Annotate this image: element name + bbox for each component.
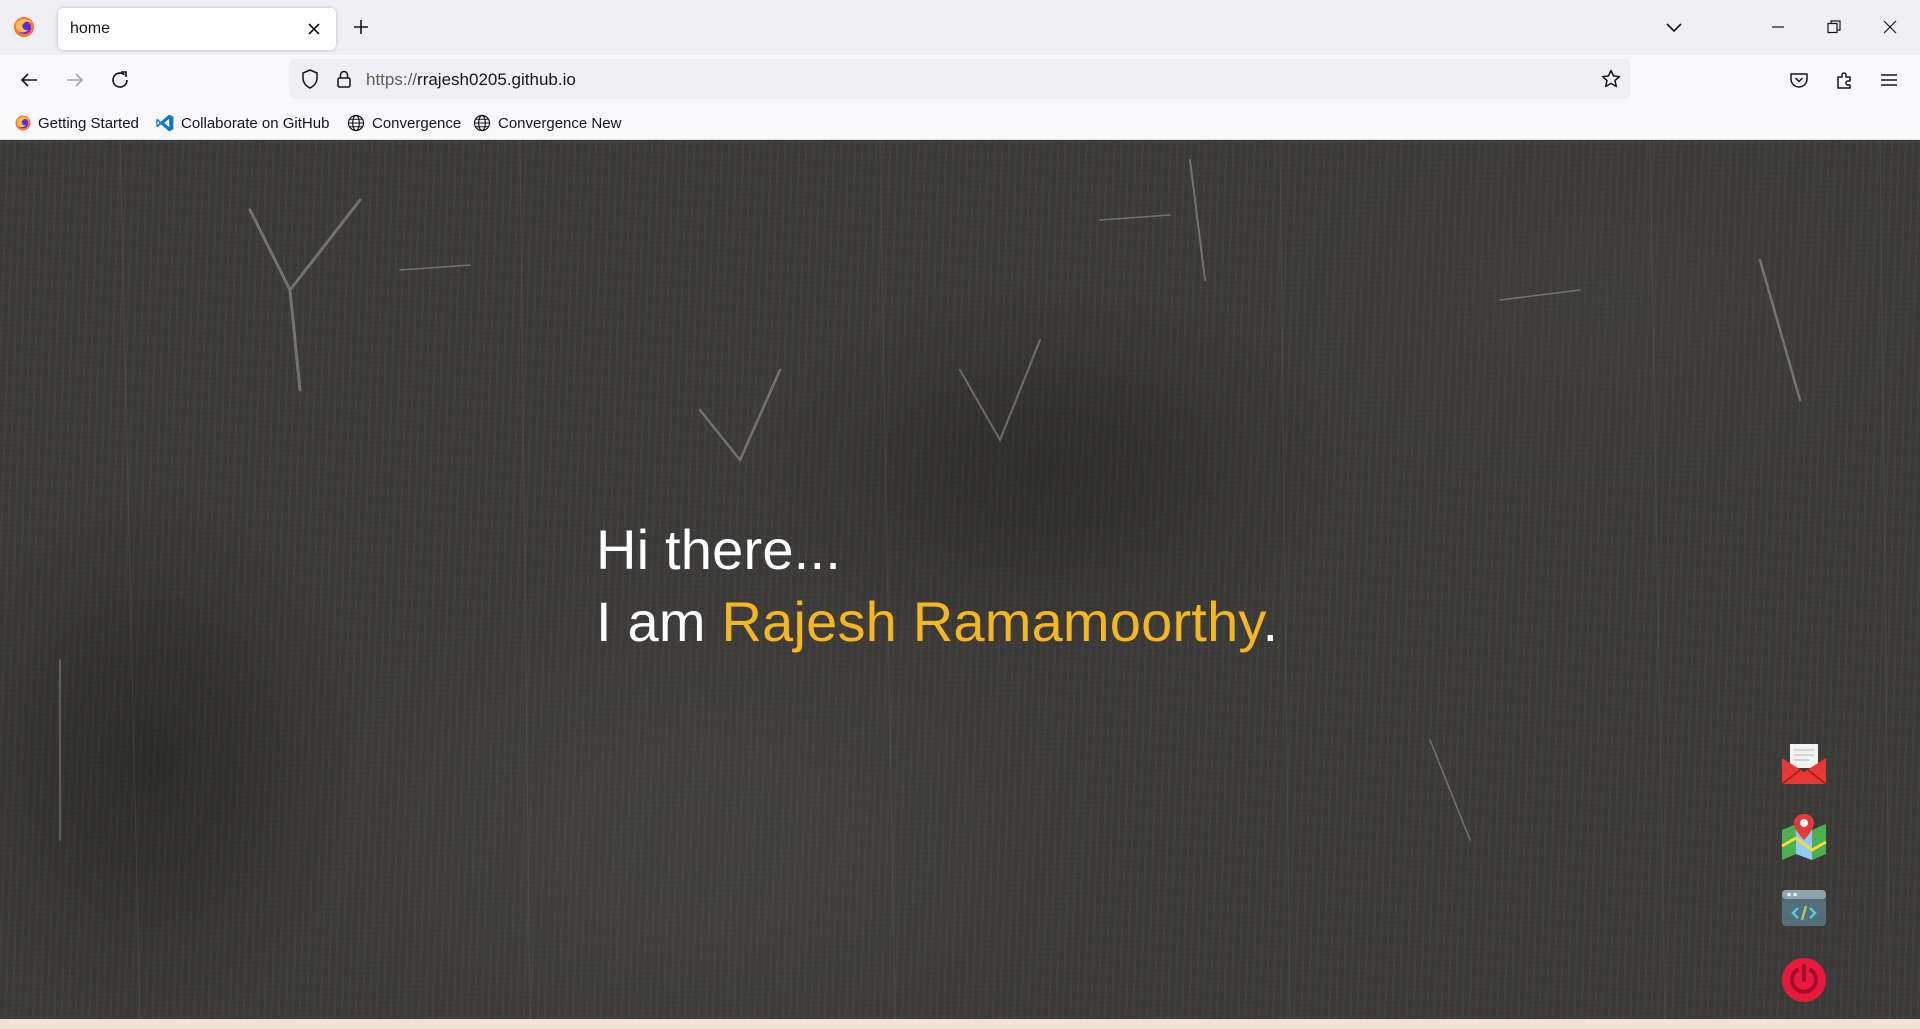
- power-icon[interactable]: [1780, 956, 1828, 1004]
- greeting-line-1: Hi there...: [596, 518, 841, 581]
- bookmark-label: Convergence New: [498, 114, 622, 132]
- tab-strip: home: [0, 0, 1920, 55]
- restore-icon: [1827, 20, 1841, 34]
- address-bar[interactable]: https://rrajesh0205.github.io: [289, 59, 1630, 99]
- reload-icon[interactable]: [108, 68, 132, 92]
- active-tab[interactable]: home: [58, 8, 336, 50]
- restore-button[interactable]: [1806, 0, 1862, 55]
- close-icon[interactable]: [302, 17, 326, 41]
- navigation-toolbar: https://rrajesh0205.github.io: [0, 55, 1920, 105]
- owner-name: Rajesh Ramamoorthy: [721, 590, 1263, 653]
- minimize-icon: [1772, 26, 1784, 28]
- firefox-icon: [15, 115, 31, 131]
- greeting-suffix: .: [1262, 590, 1279, 653]
- star-icon[interactable]: [1599, 67, 1623, 91]
- bookmark-collaborate-on-github[interactable]: Collaborate on GitHub: [155, 111, 329, 135]
- new-tab-icon[interactable]: [349, 15, 373, 39]
- bottom-strip: [0, 1019, 1920, 1029]
- bookmark-getting-started[interactable]: Getting Started: [14, 111, 139, 135]
- firefox-icon[interactable]: [12, 15, 36, 39]
- tab-title: home: [70, 20, 111, 37]
- code-window-icon[interactable]: [1780, 884, 1828, 932]
- lock-icon[interactable]: [332, 67, 356, 91]
- globe-icon: [473, 114, 491, 132]
- extensions-icon[interactable]: [1833, 68, 1857, 92]
- vscode-icon: [156, 114, 174, 132]
- shield-icon[interactable]: [298, 67, 322, 91]
- close-window-icon: [1883, 20, 1897, 34]
- bookmark-label: Collaborate on GitHub: [181, 114, 330, 132]
- bookmark-convergence[interactable]: Convergence: [346, 111, 461, 135]
- forward-icon[interactable]: [63, 68, 87, 92]
- hero-greeting: Hi there... I am Rajesh Ramamoorthy.: [596, 514, 1278, 658]
- chalkboard-page: Hi there... I am Rajesh Ramamoorthy.: [0, 140, 1920, 1019]
- greeting-line-2: I am Rajesh Ramamoorthy.: [596, 586, 1278, 658]
- menu-icon[interactable]: [1877, 68, 1901, 92]
- url-scheme: https://: [366, 70, 418, 89]
- close-window-button[interactable]: [1862, 0, 1918, 55]
- url-host: rrajesh0205.github.io: [417, 70, 576, 89]
- map-icon[interactable]: [1780, 812, 1828, 860]
- minimize-button[interactable]: [1750, 0, 1806, 55]
- chevron-down-icon[interactable]: [1662, 15, 1686, 39]
- bookmark-label: Getting Started: [38, 114, 139, 132]
- bookmark-label: Convergence: [372, 114, 462, 132]
- mail-icon[interactable]: [1780, 740, 1828, 788]
- bookmark-convergence-new[interactable]: Convergence New: [472, 111, 621, 135]
- back-icon[interactable]: [17, 68, 41, 92]
- bookmarks-toolbar: Getting Started Collaborate on GitHub Co…: [0, 105, 1920, 140]
- greeting-prefix: I am: [596, 590, 722, 653]
- pocket-icon[interactable]: [1787, 68, 1811, 92]
- url-text[interactable]: https://rrajesh0205.github.io: [366, 70, 576, 90]
- globe-icon: [347, 114, 365, 132]
